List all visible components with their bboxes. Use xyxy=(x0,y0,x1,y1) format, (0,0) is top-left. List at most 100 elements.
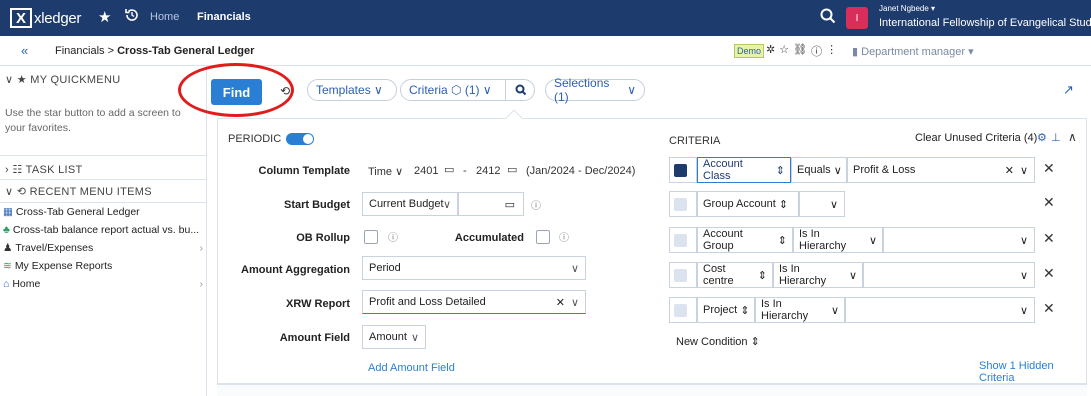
star-icon: ★ xyxy=(16,74,27,86)
more-icon[interactable]: ⋮ xyxy=(826,43,837,59)
avatar[interactable]: I xyxy=(846,7,868,29)
role-selector[interactable]: ▮ Department manager ▾ xyxy=(852,45,974,58)
filter-icon xyxy=(674,269,687,282)
help-icon[interactable]: ⓘ xyxy=(811,43,822,59)
period-from[interactable]: 2401 xyxy=(414,165,438,177)
chevron-right-icon: › xyxy=(199,242,204,254)
criteria-value[interactable]: ∨ xyxy=(883,227,1035,253)
settings-icon[interactable]: ⚙ xyxy=(1037,131,1047,144)
sidebar-item-travel-expenses[interactable]: ♟ Travel/Expenses › xyxy=(3,242,203,254)
chevron-down-icon: ∨ xyxy=(1019,269,1028,282)
chevron-down-icon: ∨ xyxy=(410,331,419,344)
nav-home-link[interactable]: Home xyxy=(150,11,179,23)
selections-dropdown[interactable]: Selections (1) ∨ xyxy=(545,76,645,104)
info-icon[interactable]: ⓘ xyxy=(388,229,398,244)
sidebar-item-home[interactable]: ⌂ Home › xyxy=(3,278,203,290)
history-icon[interactable] xyxy=(124,7,140,27)
results-header xyxy=(217,384,1087,396)
criteria-operator[interactable]: Is In Hierarchy ∨ xyxy=(755,297,845,323)
criteria-operator[interactable]: ∨ xyxy=(799,191,845,217)
criteria-dropdown[interactable]: Criteria ⬡ (1) ∨ xyxy=(400,79,535,101)
criteria-field[interactable]: Project ⇕ xyxy=(697,297,755,323)
sidebar-item-cross-tab-balance[interactable]: ♣ Cross-tab balance report actual vs. bu… xyxy=(3,224,203,236)
criteria-operator[interactable]: Is In Hierarchy ∨ xyxy=(793,227,883,253)
start-budget-select[interactable]: Current Budget ∨ xyxy=(362,192,458,216)
periodic-toggle[interactable] xyxy=(286,133,314,145)
pin-icon[interactable]: ⊥ xyxy=(1051,131,1061,144)
criteria-toggle[interactable] xyxy=(669,157,697,183)
breadcrumb-parent[interactable]: Financials xyxy=(55,45,105,57)
criteria-field[interactable]: Account Class ⇕ xyxy=(697,157,791,183)
calendar-icon[interactable]: ▭ xyxy=(507,163,517,176)
templates-dropdown[interactable]: Templates ∨ xyxy=(307,79,397,101)
user-name[interactable]: Janet Ngbede ▾ xyxy=(879,4,935,13)
chevron-down-icon: ∨ xyxy=(482,83,492,97)
criteria-row: Account Group ⇕ Is In Hierarchy ∨ ∨ ✕ xyxy=(669,227,1061,253)
criteria-toggle[interactable] xyxy=(669,227,697,253)
criteria-value[interactable]: ∨ xyxy=(863,262,1035,288)
column-template-select[interactable]: Time ∨ xyxy=(368,165,403,178)
xledger-logo[interactable]: X xledger xyxy=(10,7,81,29)
search-icon[interactable] xyxy=(819,7,837,28)
criteria-toggle[interactable] xyxy=(669,297,697,323)
calendar-icon[interactable]: ▭ xyxy=(444,163,454,176)
criteria-toggle[interactable] xyxy=(669,262,697,288)
criteria-field[interactable]: Cost centre ⇕ xyxy=(697,262,773,288)
link-icon[interactable]: ⛓ xyxy=(793,43,807,59)
demo-badge: Demo xyxy=(734,44,765,58)
chevron-down-icon: ∨ xyxy=(374,83,383,97)
budget-date-field[interactable]: ▭ xyxy=(458,192,524,216)
puzzle-icon[interactable]: ✲ xyxy=(766,43,775,59)
nav-financials-link[interactable]: Financials xyxy=(197,11,251,23)
criteria-value[interactable]: Profit & Loss ✕ ∨ xyxy=(847,157,1035,183)
grid-icon: ▦ xyxy=(3,206,13,218)
remove-criteria-icon[interactable]: ✕ xyxy=(1043,160,1055,177)
history-icon[interactable]: ⟲ xyxy=(280,84,290,98)
criteria-field[interactable]: Account Group ⇕ xyxy=(697,227,793,253)
amount-field-select[interactable]: Amount ∨ xyxy=(362,325,426,349)
role-icon: ▮ xyxy=(852,46,859,58)
logo-mark: X xyxy=(10,8,32,28)
remove-criteria-icon[interactable]: ✕ xyxy=(1043,230,1055,247)
briefcase-icon: ♟ xyxy=(3,242,13,254)
quickmenu-header[interactable]: ∨ ★ MY QUICKMENU xyxy=(5,73,120,86)
cube-icon: ⬡ xyxy=(451,83,462,97)
criteria-title: CRITERIA xyxy=(669,135,721,147)
criteria-toggle[interactable] xyxy=(669,191,697,217)
sidebar-item-cross-tab-ledger[interactable]: ▦ Cross-Tab General Ledger xyxy=(3,206,203,218)
info-icon[interactable]: ⓘ xyxy=(531,197,541,212)
logo-text: xledger xyxy=(34,9,82,27)
criteria-value[interactable]: ∨ xyxy=(845,297,1035,323)
remove-criteria-icon[interactable]: ✕ xyxy=(1043,194,1055,211)
task-list-header[interactable]: › ☷ TASK LIST xyxy=(5,163,83,176)
period-to[interactable]: 2412 xyxy=(476,165,500,177)
collapse-up-icon[interactable]: ∧ xyxy=(1068,130,1077,144)
remove-criteria-icon[interactable]: ✕ xyxy=(1043,300,1055,317)
chevron-down-icon: ∨ xyxy=(1019,164,1028,177)
criteria-operator[interactable]: Equals ∨ xyxy=(791,157,847,183)
open-external-icon[interactable]: ↗ xyxy=(1063,82,1074,98)
recent-items-header[interactable]: ∨ ⟲ RECENT MENU ITEMS xyxy=(5,185,152,198)
collapse-sidebar-icon[interactable]: « xyxy=(21,43,28,58)
chevron-down-icon: ∨ xyxy=(848,269,857,282)
show-hidden-criteria-link[interactable]: Show 1 Hidden Criteria xyxy=(979,360,1091,384)
accumulated-checkbox[interactable] xyxy=(536,230,550,244)
filter-icon xyxy=(674,198,687,211)
criteria-operator[interactable]: Is In Hierarchy ∨ xyxy=(773,262,863,288)
amount-aggregation-select[interactable]: Period ∨ xyxy=(362,256,586,280)
criteria-field[interactable]: Group Account ⇕ xyxy=(697,191,799,217)
chevron-down-icon: ∨ xyxy=(442,198,451,211)
ob-rollup-checkbox[interactable] xyxy=(364,230,378,244)
clear-unused-criteria-link[interactable]: Clear Unused Criteria (4) xyxy=(915,132,1037,144)
new-condition-button[interactable]: New Condition ⇕ xyxy=(676,335,760,348)
xrw-report-select[interactable]: Profit and Loss Detailed ✕ ∨ xyxy=(362,290,586,314)
favorite-star-icon[interactable]: ★ xyxy=(98,8,111,26)
criteria-search-button[interactable] xyxy=(505,80,535,100)
expand-chevron-icon: ∨ xyxy=(5,74,14,86)
sidebar-item-expense-reports[interactable]: ≋ My Expense Reports xyxy=(3,260,203,272)
add-amount-field-link[interactable]: Add Amount Field xyxy=(368,362,455,374)
favorite-icon[interactable]: ☆ xyxy=(779,43,789,59)
info-icon[interactable]: ⓘ xyxy=(559,229,569,244)
expand-chevron-icon: ∨ xyxy=(5,186,14,198)
remove-criteria-icon[interactable]: ✕ xyxy=(1043,265,1055,282)
